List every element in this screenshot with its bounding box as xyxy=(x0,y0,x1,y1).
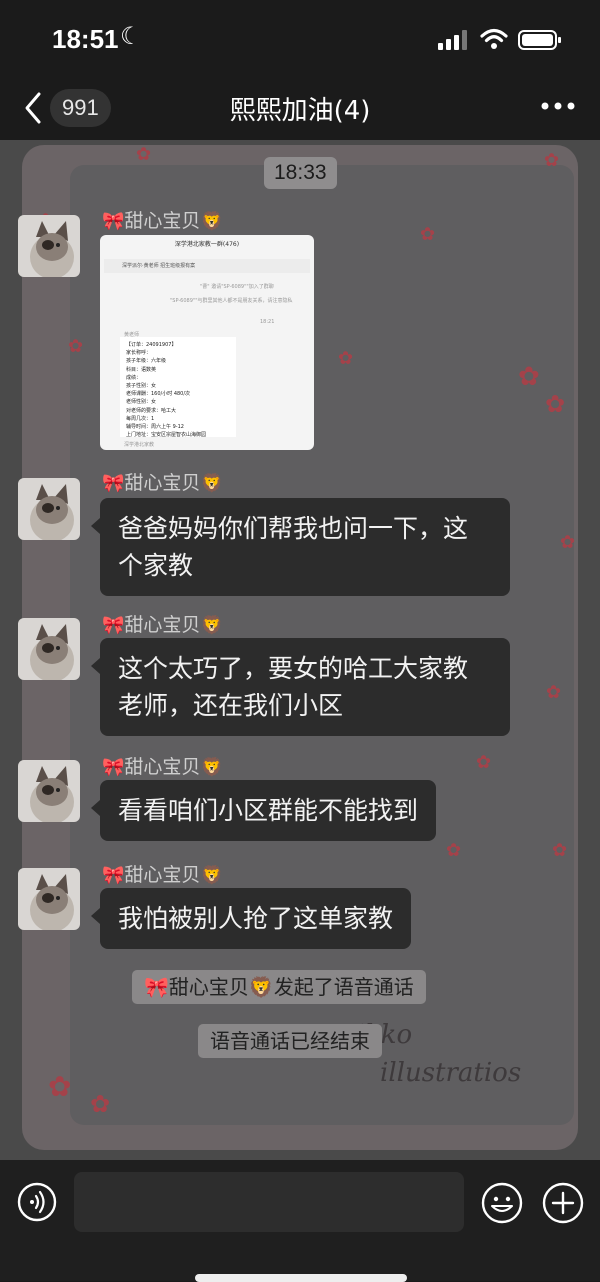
rose-decoration: ✿ xyxy=(476,752,492,773)
rose-decoration: ✿ xyxy=(560,532,576,553)
sender-name: 🎀甜心宝贝🦁 xyxy=(102,614,223,636)
emoji-icon[interactable] xyxy=(481,1182,523,1224)
wallpaper-watermark: illustratios xyxy=(380,1058,522,1088)
wifi-icon xyxy=(480,28,508,49)
sender-name: 🎀甜心宝贝🦁 xyxy=(102,210,223,232)
moon-icon: ☾ xyxy=(120,22,142,50)
signal-icon xyxy=(438,30,467,50)
rose-decoration: ✿ xyxy=(518,362,540,392)
image-text: "曹" 邀请"SP-6089""加入了群聊 xyxy=(200,284,274,290)
message-text: 看看咱们小区群能不能找到 xyxy=(118,796,419,825)
input-bar xyxy=(0,1160,600,1282)
rose-decoration: ✿ xyxy=(446,840,462,861)
plus-icon[interactable] xyxy=(542,1182,584,1224)
chat-header: 991 熙熙加油(4) xyxy=(0,80,600,138)
avatar[interactable] xyxy=(18,618,80,680)
image-text: 深学港北家教 xyxy=(124,442,155,448)
message-text: 爸爸妈妈你们帮我也问一下，这 xyxy=(118,514,469,543)
message-bubble[interactable]: 看看咱们小区群能不能找到 xyxy=(90,780,437,841)
status-time: 18:51 xyxy=(52,24,119,54)
chat-title: 熙熙加油(4) xyxy=(229,96,371,126)
sender-name: 🎀甜心宝贝🦁 xyxy=(102,864,223,886)
message-text: 我怕被别人抢了这单家教 xyxy=(118,904,394,933)
system-message-call-started: 🎀甜心宝贝🦁发起了语音通话 xyxy=(132,970,426,1004)
rose-decoration: ✿ xyxy=(90,1090,111,1118)
voice-input-icon[interactable] xyxy=(17,1182,57,1222)
bow-icon: 🎀 xyxy=(102,211,125,232)
sender-name: 🎀甜心宝贝🦁 xyxy=(102,472,223,494)
sender-name: 🎀甜心宝贝🦁 xyxy=(102,756,223,778)
status-bar: 18:51 ☾ xyxy=(0,0,600,80)
avatar[interactable] xyxy=(18,760,80,822)
rose-decoration: ✿ xyxy=(338,348,354,369)
rose-decoration: ✿ xyxy=(552,840,568,861)
image-text: "SP-6089""与群里其他人都不是朋友关系，请注意隐私 xyxy=(170,298,293,304)
lion-icon: 🦁 xyxy=(200,211,223,232)
rose-decoration: ✿ xyxy=(48,1070,72,1103)
time-divider: 18:33 xyxy=(264,157,337,189)
rose-decoration: ✿ xyxy=(544,150,560,171)
avatar[interactable] xyxy=(18,868,80,930)
image-header: 深学港北家教一群(476) xyxy=(174,241,240,248)
order-card: 【订单：24091907】 家长称呼： 孩子年级：六年级 科目：语数英 成绩： … xyxy=(120,337,236,438)
rose-decoration: ✿ xyxy=(420,224,436,245)
more-dots-icon[interactable] xyxy=(540,100,576,112)
system-message-call-ended: 语音通话已经结束 xyxy=(198,1024,382,1058)
rose-decoration: ✿ xyxy=(136,144,152,165)
avatar[interactable] xyxy=(18,478,80,540)
chat-area[interactable]: ✿ ✿ ✿ ✿ ✿ ✿ ✿ ✿ ✿ ✿ ✿ ✿ ✿ ✿ ✿ Mikko illu… xyxy=(0,140,600,1160)
message-bubble[interactable]: 这个太巧了，要女的哈工大家教 老师，还在我们小区 xyxy=(91,638,510,736)
battery-icon xyxy=(518,30,561,50)
rose-decoration: ✿ xyxy=(545,390,566,418)
avatar[interactable] xyxy=(18,215,80,277)
image-message[interactable]: 深学港北家教一群(476) 深学派尔·黄老师 招生班级报有案 "曹" 邀请"SP… xyxy=(100,235,314,450)
message-bubble[interactable]: 爸爸妈妈你们帮我也问一下，这 个家教 xyxy=(91,498,510,596)
message-text: 这个太巧了，要女的哈工大家教 xyxy=(118,654,469,683)
rose-decoration: ✿ xyxy=(546,682,562,703)
message-text: 个家教 xyxy=(118,551,194,580)
image-pinned: 深学派尔·黄老师 招生班级报有案 xyxy=(104,259,310,273)
message-input[interactable] xyxy=(74,1172,464,1232)
image-text: 18:21 xyxy=(260,319,275,325)
message-text: 老师，还在我们小区 xyxy=(118,691,344,720)
message-bubble[interactable]: 我怕被别人抢了这单家教 xyxy=(90,888,412,949)
rose-decoration: ✿ xyxy=(68,336,84,357)
